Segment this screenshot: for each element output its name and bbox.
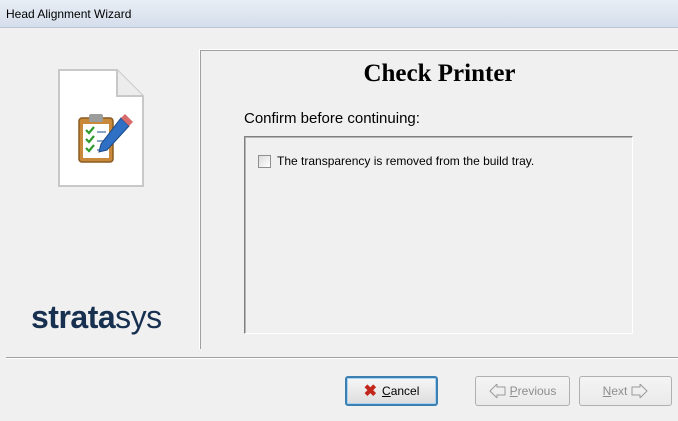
title-bar: Head Alignment Wizard <box>0 0 678 28</box>
checklist-item[interactable]: The transparency is removed from the bui… <box>258 154 534 168</box>
next-button[interactable]: Next <box>579 376 672 406</box>
wizard-side-panel: stratasys <box>0 28 199 350</box>
checklist-document-icon <box>58 69 144 187</box>
previous-button[interactable]: Previous <box>475 376 570 406</box>
confirmation-checklist: The transparency is removed from the bui… <box>244 136 633 334</box>
separator-line <box>6 357 678 359</box>
wizard-content-panel: Check Printer Confirm before continuing:… <box>199 49 678 349</box>
page-title: Check Printer <box>363 60 516 87</box>
checklist-item-label[interactable]: The transparency is removed from the bui… <box>277 154 534 168</box>
stratasys-logo: stratasys <box>31 299 162 335</box>
previous-button-label: Previous <box>509 384 557 398</box>
x-icon: ✖ <box>363 383 378 400</box>
right-arrow-icon <box>631 384 649 398</box>
window-title: Head Alignment Wizard <box>6 7 132 21</box>
instruction-label: Confirm before continuing: <box>244 110 420 127</box>
next-button-label: Next <box>602 384 628 398</box>
cancel-button[interactable]: ✖ Cancel <box>345 376 438 406</box>
left-arrow-icon <box>488 384 506 398</box>
cancel-button-label: Cancel <box>382 384 420 398</box>
transparency-removed-checkbox[interactable] <box>258 154 271 168</box>
